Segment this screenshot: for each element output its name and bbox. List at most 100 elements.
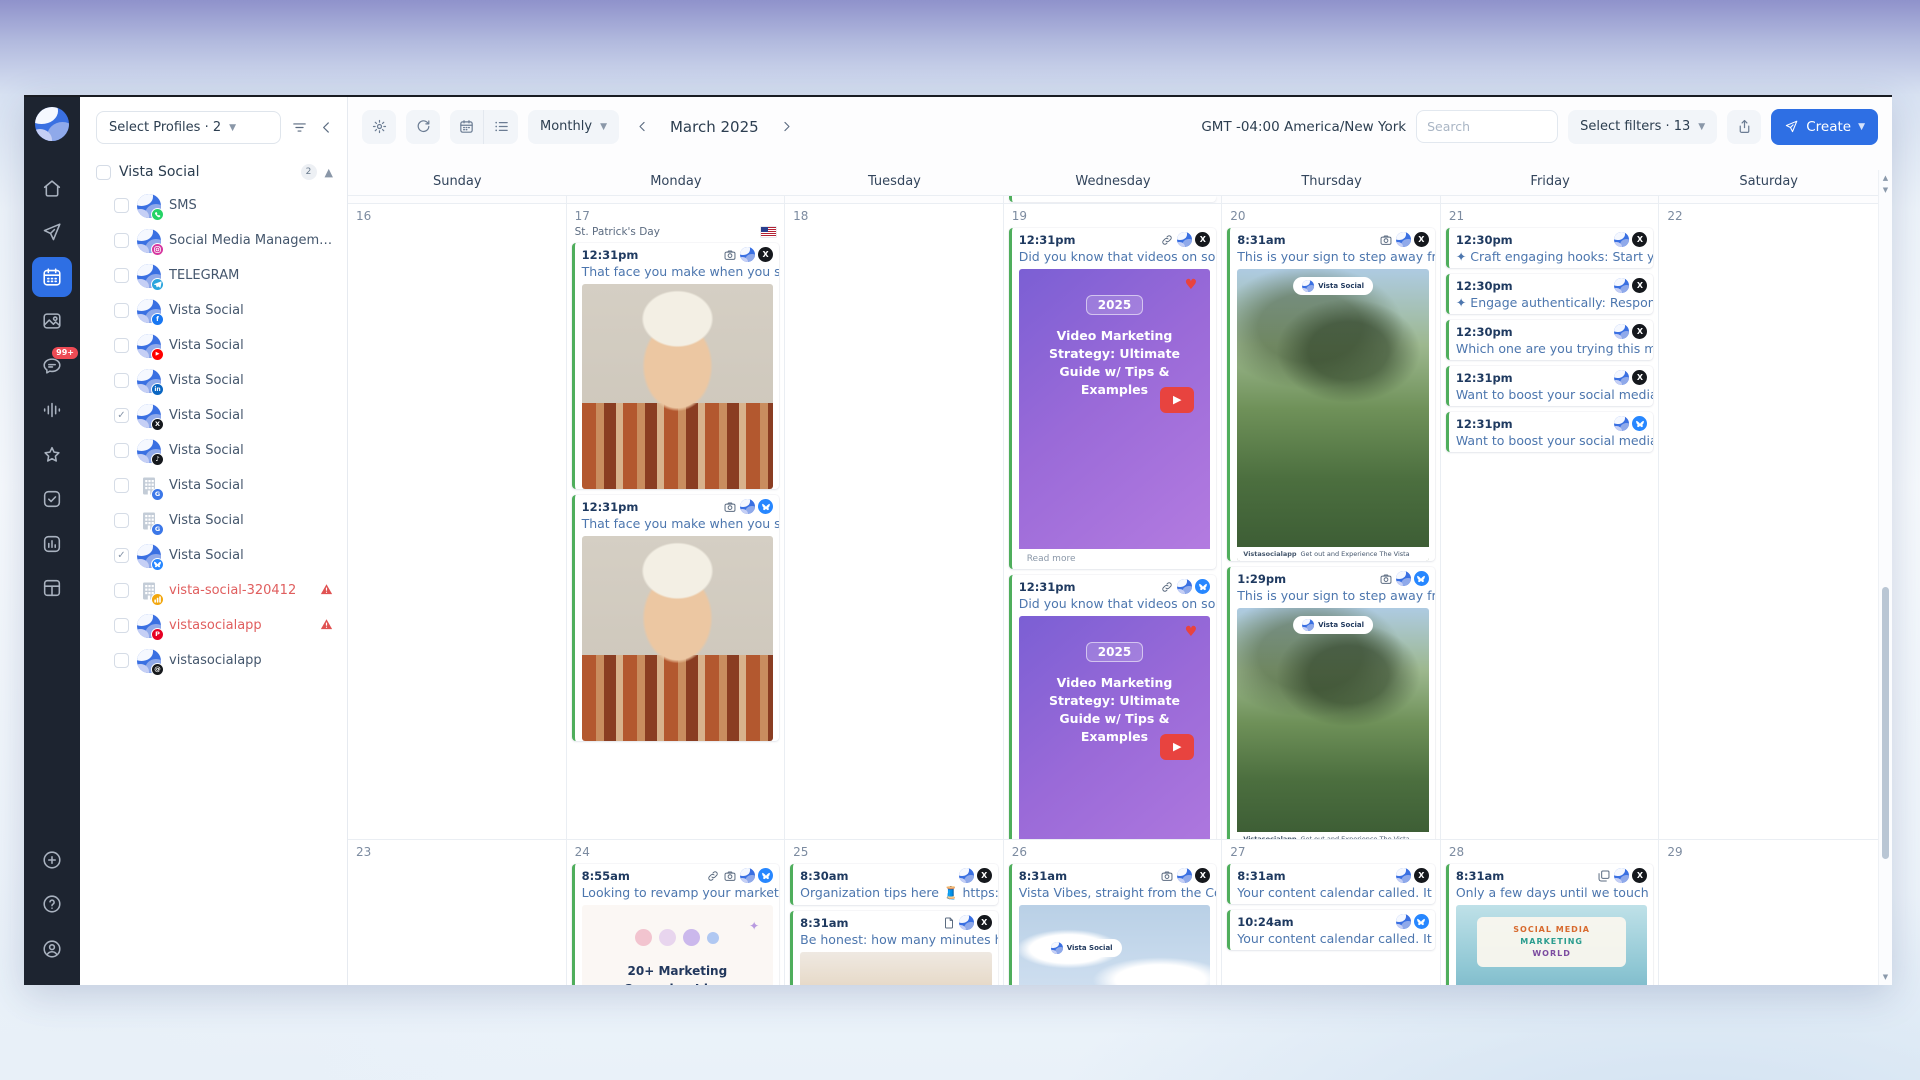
scheduled-post-card[interactable]: 8:31amXYour content calendar called. It …	[1227, 864, 1435, 904]
holiday-row: St. Patrick's Day	[567, 226, 785, 241]
scheduled-post-card[interactable]: 12:31pmDid you know that videos on socia…	[1009, 575, 1217, 839]
nav-item-create-new[interactable]	[32, 840, 72, 880]
profile-group-row[interactable]: Vista Social 2 ▲	[80, 160, 347, 188]
nav-item-reports[interactable]	[32, 524, 72, 564]
post-card-header: 12:31pm	[575, 495, 780, 514]
scheduled-post-card[interactable]: 8:31amXOnly a few days until we touch do…	[1446, 864, 1654, 985]
nav-item-reviews[interactable]	[32, 435, 72, 475]
profile-checkbox[interactable]: ✓	[114, 408, 129, 423]
scroll-down-icon[interactable]: ▼	[1879, 186, 1892, 194]
scheduled-post-card[interactable]: 12:31pmThat face you make when you see…	[572, 495, 780, 741]
view-mode-dropdown[interactable]: Monthly ▼	[528, 110, 619, 144]
scroll-up-icon[interactable]: ▲	[1879, 174, 1892, 182]
settings-gear-button[interactable]	[362, 110, 396, 144]
scheduled-post-card[interactable]: 8:55amLooking to revamp your marketing…✦…	[572, 864, 780, 985]
scheduled-post-card[interactable]: 8:31amXBe honest: how many minutes hav…	[790, 911, 998, 985]
partial-event-sliver[interactable]	[1009, 196, 1217, 202]
calendar-view-button[interactable]	[450, 110, 484, 144]
refresh-button[interactable]	[406, 110, 440, 144]
profile-row[interactable]: inVista Social	[80, 363, 347, 398]
profile-avatar: ♪	[137, 439, 161, 463]
x-network-chip: X	[1632, 278, 1647, 293]
profile-checkbox[interactable]	[114, 338, 129, 353]
vista-social-logo[interactable]	[35, 107, 69, 141]
scheduled-post-card[interactable]: 12:31pmWant to boost your social media i…	[1446, 412, 1654, 452]
facebook-badge: f	[151, 313, 164, 326]
profile-checkbox[interactable]	[114, 198, 129, 213]
nav-item-media[interactable]	[32, 301, 72, 341]
profile-checkbox[interactable]	[114, 303, 129, 318]
profile-label: SMS	[169, 198, 197, 213]
profile-checkbox[interactable]	[114, 513, 129, 528]
nav-item-listening[interactable]	[32, 390, 72, 430]
nav-item-boards[interactable]	[32, 568, 72, 608]
profile-row[interactable]: GVista Social	[80, 468, 347, 503]
search-input[interactable]	[1416, 110, 1558, 143]
conference-sign: SOCIAL MEDIAMARKETINGWORLD	[1477, 917, 1626, 967]
select-filters-dropdown[interactable]: Select filters · 13 ▼	[1568, 110, 1717, 144]
profile-row[interactable]: ✓ Vista Social	[80, 538, 347, 573]
profile-label: Vista Social	[169, 548, 244, 563]
nav-item-inbox[interactable]: 99+	[32, 346, 72, 386]
scrollbar-thumb[interactable]	[1882, 587, 1889, 859]
profile-checkbox[interactable]	[114, 653, 129, 668]
profile-row[interactable]: TELEGRAM	[80, 258, 347, 293]
profile-avatar: P	[137, 614, 161, 638]
nav-item-calendar[interactable]	[32, 257, 72, 297]
date-number: 29	[1659, 840, 1878, 862]
next-month-button[interactable]	[773, 119, 800, 134]
profile-checkbox[interactable]	[114, 583, 129, 598]
profile-row[interactable]: Social Media Managem…	[80, 223, 347, 258]
profile-row[interactable]: GVista Social	[80, 503, 347, 538]
profile-row[interactable]: vista-social-320412	[80, 573, 347, 608]
scheduled-post-card[interactable]: 12:31pmXWant to boost your social media …	[1446, 366, 1654, 406]
post-card-header: 8:31amX	[1449, 864, 1654, 883]
profile-checkbox[interactable]	[114, 618, 129, 633]
prev-month-button[interactable]	[629, 119, 656, 134]
profile-checkbox[interactable]	[114, 443, 129, 458]
select-profiles-dropdown[interactable]: Select Profiles · 2 ▼	[96, 111, 281, 144]
export-button[interactable]	[1727, 110, 1761, 144]
profile-row[interactable]: ♪Vista Social	[80, 433, 347, 468]
sliver-cell	[1004, 196, 1223, 203]
nav-item-publish[interactable]	[32, 212, 72, 252]
nav-item-help[interactable]	[32, 884, 72, 924]
scheduled-post-card[interactable]: 12:30pmX✦ Engage authentically: Respond …	[1446, 274, 1654, 314]
profile-checkbox[interactable]: ✓	[114, 548, 129, 563]
list-view-button[interactable]	[484, 110, 518, 144]
filter-profiles-icon[interactable]	[291, 119, 308, 136]
nav-item-tasks[interactable]	[32, 479, 72, 519]
scheduled-post-card[interactable]: 10:24amYour content calendar called. It …	[1227, 910, 1435, 950]
create-button[interactable]: Create ▼	[1771, 109, 1878, 145]
profile-row[interactable]: ✓XVista Social	[80, 398, 347, 433]
youtube-badge: ▶	[151, 348, 164, 361]
scheduled-post-card[interactable]: 12:31pmXDid you know that videos on soci…	[1009, 228, 1217, 569]
scheduled-post-card[interactable]: 8:31amXVista Vibes, straight from the Co…	[1009, 864, 1217, 985]
link-icon	[1160, 233, 1174, 247]
profile-row[interactable]: SMS	[80, 188, 347, 223]
scheduled-post-card[interactable]: 8:31amXThis is your sign to step away fr…	[1227, 228, 1435, 561]
scheduled-post-card[interactable]: 12:30pmX✦ Craft engaging hooks: Start yo…	[1446, 228, 1654, 268]
nav-item-account[interactable]	[32, 929, 72, 969]
collapse-panel-icon[interactable]	[318, 119, 335, 136]
profile-row[interactable]: @vistasocialapp	[80, 643, 347, 678]
profile-checkbox[interactable]	[114, 478, 129, 493]
profile-checkbox[interactable]	[114, 233, 129, 248]
scheduled-post-card[interactable]: 8:30amXOrganization tips here 🧵 https://…	[790, 864, 998, 905]
profile-row[interactable]: ▶Vista Social	[80, 328, 347, 363]
scheduled-post-card[interactable]: 12:31pmXThat face you make when you see…	[572, 243, 780, 489]
profile-checkbox[interactable]	[114, 373, 129, 388]
chevron-up-icon[interactable]: ▲	[325, 166, 333, 179]
nav-item-home[interactable]	[32, 168, 72, 208]
profile-row[interactable]: fVista Social	[80, 293, 347, 328]
scroll-down-icon[interactable]: ▼	[1879, 973, 1892, 981]
profile-checkbox[interactable]	[114, 268, 129, 283]
scheduled-post-card[interactable]: 12:30pmXWhich one are you trying this mo…	[1446, 320, 1654, 360]
post-time: 8:31am	[1456, 869, 1504, 883]
profile-avatar	[137, 264, 161, 288]
chevron-down-icon: ▼	[1698, 122, 1705, 132]
group-checkbox[interactable]	[96, 165, 111, 180]
scheduled-post-card[interactable]: 1:29pmThis is your sign to step away fro…	[1227, 567, 1435, 839]
date-number: 28	[1441, 840, 1659, 862]
profile-row[interactable]: Pvistasocialapp	[80, 608, 347, 643]
